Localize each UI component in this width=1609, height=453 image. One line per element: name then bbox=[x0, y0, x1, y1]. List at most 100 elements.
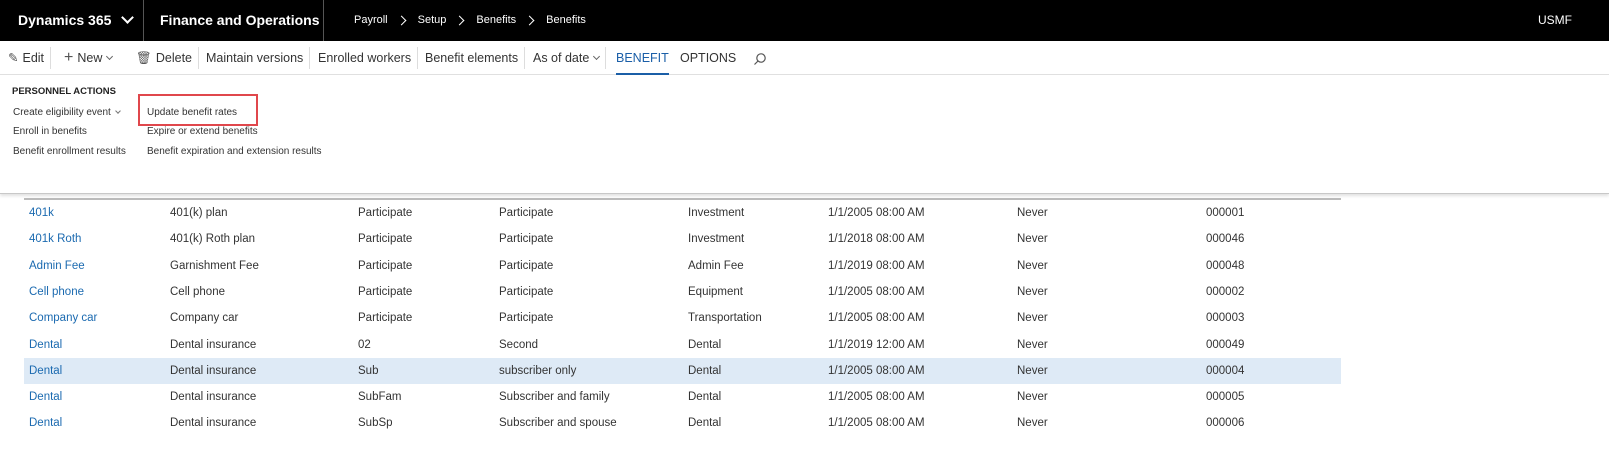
table-row[interactable]: Dental Dental insurance 02 Second Dental 1/1/… bbox=[24, 332, 1341, 358]
description-cell: Dental insurance bbox=[170, 417, 257, 430]
breadcrumb-payroll[interactable]: Payroll bbox=[354, 0, 388, 41]
action-pane: ✎ Edit + New 🗑 Delete Maintain versions Enr… bbox=[0, 41, 1609, 75]
chevron-right-icon bbox=[524, 15, 535, 26]
description-cell: 401(k) Roth plan bbox=[170, 233, 256, 246]
search-icon bbox=[754, 52, 766, 65]
trash-icon: 🗑 bbox=[136, 51, 152, 65]
id-cell: 000005 bbox=[1206, 391, 1245, 404]
benefit-enrollment-results-button[interactable]: Benefit enrollment results bbox=[13, 146, 126, 157]
description-cell: Dental insurance bbox=[170, 364, 257, 377]
plan-cell[interactable]: 401k bbox=[29, 200, 54, 226]
edit-button[interactable]: ✎ Edit bbox=[8, 41, 52, 75]
plan-cell[interactable]: 401k Roth bbox=[29, 226, 81, 252]
table-row[interactable]: Dental Dental insurance SubFam Subscriber a… bbox=[24, 384, 1341, 410]
option-description-cell: subscriber only bbox=[499, 364, 577, 377]
plan-cell[interactable]: Dental bbox=[29, 332, 62, 358]
option-description-cell: Participate bbox=[499, 285, 554, 298]
tab-options[interactable]: OPTIONS bbox=[680, 41, 736, 75]
company-picker[interactable]: USMF bbox=[1538, 0, 1572, 41]
enrolled-workers-button[interactable]: Enrolled workers bbox=[318, 41, 419, 75]
breadcrumb-benefits[interactable]: Benefits bbox=[476, 0, 516, 41]
maintain-versions-button[interactable]: Maintain versions bbox=[206, 41, 311, 75]
enroll-in-benefits-button[interactable]: Enroll in benefits bbox=[13, 126, 87, 137]
table-row[interactable]: Company car Company car Participate Partici… bbox=[24, 305, 1341, 331]
benefit-expiration-results-button[interactable]: Benefit expiration and extension results bbox=[147, 146, 322, 157]
breadcrumb-setup[interactable]: Setup bbox=[418, 0, 447, 41]
valid-from-cell: 1/1/2019 08:00 AM bbox=[828, 259, 925, 272]
divider bbox=[143, 0, 144, 41]
app-switcher[interactable]: Dynamics 365 bbox=[18, 0, 135, 41]
valid-from-cell: 1/1/2019 12:00 AM bbox=[828, 338, 925, 351]
description-cell: Dental insurance bbox=[170, 391, 257, 404]
plan-cell[interactable]: Cell phone bbox=[29, 279, 84, 305]
description-cell: Garnishment Fee bbox=[170, 259, 259, 272]
option-cell: SubSp bbox=[358, 417, 393, 430]
description-cell: 401(k) plan bbox=[170, 207, 228, 219]
option-description-cell: Participate bbox=[499, 233, 554, 246]
search-button[interactable] bbox=[753, 41, 767, 75]
divider bbox=[323, 0, 324, 41]
option-cell: Participate bbox=[358, 285, 413, 298]
table-row[interactable]: 401k Roth 401(k) Roth plan Participate Part… bbox=[24, 226, 1341, 252]
module-name: Finance and Operations bbox=[160, 12, 320, 28]
type-cell: Investment bbox=[688, 233, 745, 246]
plan-cell[interactable]: Dental bbox=[29, 410, 62, 436]
valid-to-cell: Never bbox=[1017, 207, 1048, 219]
description-cell: Dental insurance bbox=[170, 338, 257, 351]
create-eligibility-event-button[interactable]: Create eligibility event bbox=[13, 107, 121, 118]
option-cell: Participate bbox=[358, 207, 413, 219]
chevron-down-icon bbox=[106, 52, 114, 61]
pencil-icon: ✎ bbox=[8, 51, 19, 65]
breadcrumb-benefits-page[interactable]: Benefits bbox=[546, 0, 586, 41]
id-cell: 000001 bbox=[1206, 207, 1245, 219]
plan-cell[interactable]: Dental bbox=[29, 358, 62, 384]
option-description-cell: Participate bbox=[499, 312, 554, 325]
benefit-elements-button[interactable]: Benefit elements bbox=[425, 41, 526, 75]
delete-button[interactable]: 🗑 Delete bbox=[136, 41, 200, 75]
valid-from-cell: 1/1/2005 08:00 AM bbox=[828, 391, 925, 404]
breadcrumb: Payroll Setup Benefits Benefits bbox=[354, 0, 586, 41]
plan-cell[interactable]: Dental bbox=[29, 384, 62, 410]
id-cell: 000006 bbox=[1206, 417, 1245, 430]
plus-icon: + bbox=[64, 49, 74, 66]
type-cell: Dental bbox=[688, 364, 722, 377]
option-cell: Participate bbox=[358, 233, 413, 246]
highlight-box bbox=[138, 94, 258, 126]
expire-or-extend-benefits-button[interactable]: Expire or extend benefits bbox=[147, 126, 258, 137]
type-cell: Investment bbox=[688, 207, 745, 219]
table-row[interactable]: Dental Dental insurance SubSp Subscriber an… bbox=[24, 410, 1341, 436]
plan-cell[interactable]: Admin Fee bbox=[29, 253, 85, 279]
table-row[interactable]: 401k 401(k) plan Participate Participate Inv… bbox=[24, 200, 1341, 226]
id-cell: 000003 bbox=[1206, 312, 1245, 325]
type-cell: Dental bbox=[688, 417, 722, 430]
option-description-cell: Subscriber and spouse bbox=[499, 417, 617, 430]
table-row[interactable]: Cell phone Cell phone Participate Participa… bbox=[24, 279, 1341, 305]
type-cell: Transportation bbox=[688, 312, 762, 325]
chevron-down-icon bbox=[593, 52, 601, 61]
option-description-cell: Participate bbox=[499, 207, 554, 219]
chevron-right-icon bbox=[396, 15, 407, 26]
option-cell: Participate bbox=[358, 312, 413, 325]
id-cell: 000046 bbox=[1206, 233, 1245, 246]
option-cell: 02 bbox=[358, 338, 371, 351]
id-cell: 000004 bbox=[1206, 364, 1245, 377]
tab-benefit[interactable]: BENEFIT bbox=[616, 41, 669, 75]
chevron-down-icon bbox=[121, 11, 135, 24]
chevron-right-icon bbox=[454, 15, 465, 26]
chevron-down-icon bbox=[114, 108, 121, 114]
table-row[interactable]: Dental Dental insurance Sub subscriber only… bbox=[24, 357, 1341, 384]
table-row[interactable]: Admin Fee Garnishment Fee Participate Parti… bbox=[24, 253, 1341, 279]
as-of-date-label: As of date bbox=[533, 51, 590, 65]
new-button[interactable]: + New bbox=[64, 41, 114, 75]
option-cell: Sub bbox=[358, 364, 379, 377]
id-cell: 000049 bbox=[1206, 338, 1245, 351]
plan-cell[interactable]: Company car bbox=[29, 305, 97, 331]
valid-to-cell: Never bbox=[1017, 259, 1048, 272]
option-cell: Participate bbox=[358, 259, 413, 272]
description-cell: Company car bbox=[170, 312, 239, 325]
personnel-actions-heading: PERSONNEL ACTIONS bbox=[12, 86, 116, 97]
as-of-date-button[interactable]: As of date bbox=[533, 41, 607, 75]
create-eligibility-event-label: Create eligibility event bbox=[13, 107, 111, 118]
type-cell: Admin Fee bbox=[688, 259, 744, 272]
valid-to-cell: Never bbox=[1017, 364, 1048, 377]
